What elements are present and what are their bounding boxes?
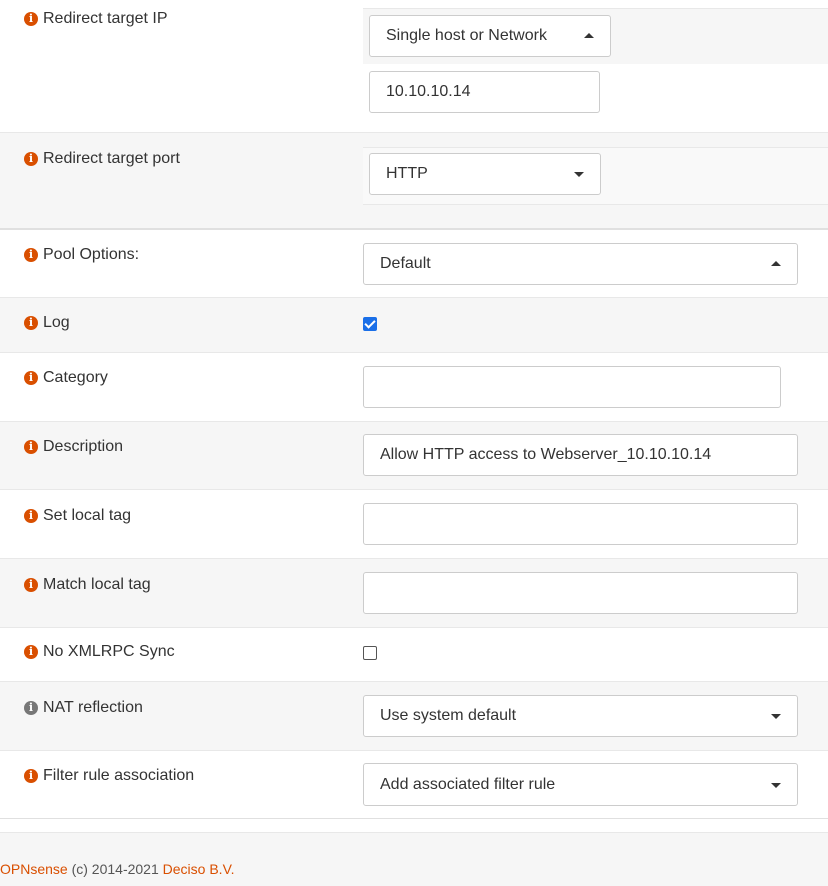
row-set-local-tag: i Set local tag: [0, 489, 828, 559]
filter-rule-association-select[interactable]: Add associated filter rule: [363, 763, 798, 806]
pool-options-select[interactable]: Default: [363, 243, 798, 285]
caret-down-icon: [771, 714, 781, 719]
row-no-xmlrpc-sync: i No XMLRPC Sync: [0, 627, 828, 682]
label-nat-reflection: NAT reflection: [43, 699, 143, 716]
field-label: i NAT reflection: [24, 698, 143, 718]
caret-up-icon: [771, 261, 781, 266]
field-label: i Log: [24, 313, 70, 333]
label-filter-rule-association: Filter rule association: [43, 767, 195, 784]
category-input[interactable]: [363, 366, 781, 408]
no-xmlrpc-sync-checkbox[interactable]: [363, 646, 377, 660]
info-icon[interactable]: i: [24, 645, 38, 659]
info-icon[interactable]: i: [24, 316, 38, 330]
footer-brand-link[interactable]: OPNsense: [0, 861, 68, 877]
footer-copyright: (c) 2014-2021: [71, 861, 159, 877]
redirect-ip-type-value: Single host or Network: [386, 27, 547, 44]
label-category: Category: [43, 369, 108, 386]
field-label: i Redirect target port: [24, 149, 180, 169]
row-redirect-target-ip: i Redirect target IP Single host or Netw…: [0, 0, 828, 132]
nat-reflection-value: Use system default: [380, 707, 517, 724]
field-label: i Set local tag: [24, 506, 131, 526]
info-icon[interactable]: i: [24, 509, 38, 523]
row-nat-reflection: i NAT reflection Use system default: [0, 681, 828, 751]
footer-company-link[interactable]: Deciso B.V.: [163, 861, 235, 877]
caret-up-icon: [584, 33, 594, 38]
field-label: i Description: [24, 437, 123, 457]
info-icon[interactable]: i: [24, 152, 38, 166]
field-label: i Category: [24, 368, 108, 388]
field-label: i No XMLRPC Sync: [24, 642, 175, 662]
caret-down-icon: [574, 172, 584, 177]
info-icon[interactable]: i: [24, 12, 38, 26]
label-description: Description: [43, 438, 124, 455]
row-description: i Description Allow HTTP access to Webse…: [0, 421, 828, 490]
redirect-ip-address-input[interactable]: 10.10.10.14: [369, 71, 600, 113]
table-bottom-divider: [0, 818, 828, 833]
info-icon[interactable]: i: [24, 578, 38, 592]
row-log: i Log: [0, 297, 828, 353]
label-no-xmlrpc-sync: No XMLRPC Sync: [43, 643, 175, 660]
label-match-local-tag: Match local tag: [43, 576, 151, 593]
row-match-local-tag: i Match local tag: [0, 558, 828, 628]
info-icon[interactable]: i: [24, 440, 38, 454]
redirect-port-value: HTTP: [386, 165, 428, 182]
info-icon[interactable]: i: [24, 248, 38, 262]
footer-text: OPNsense (c) 2014-2021 Deciso B.V.: [0, 861, 235, 877]
set-local-tag-input[interactable]: [363, 503, 798, 545]
filter-rule-association-value: Add associated filter rule: [380, 775, 556, 793]
label-set-local-tag: Set local tag: [43, 507, 132, 524]
redirect-ip-type-select[interactable]: Single host or Network: [369, 15, 611, 57]
description-value: Allow HTTP access to Webserver_10.10.10.…: [380, 446, 712, 463]
redirect-ip-address-value: 10.10.10.14: [386, 83, 471, 100]
row-category: i Category: [0, 352, 828, 422]
info-icon[interactable]: i: [24, 769, 38, 783]
field-label: i Redirect target IP: [24, 9, 168, 29]
label-redirect-target-ip: Redirect target IP: [43, 10, 168, 27]
field-label: i Pool Options:: [24, 245, 139, 265]
page-footer: OPNsense (c) 2014-2021 Deciso B.V.: [0, 832, 828, 886]
row-redirect-target-port: i Redirect target port HTTP: [0, 132, 828, 229]
match-local-tag-input[interactable]: [363, 572, 798, 614]
row-pool-options: i Pool Options: Default: [0, 228, 828, 299]
label-log: Log: [43, 314, 70, 331]
label-redirect-target-port: Redirect target port: [43, 150, 180, 167]
nat-reflection-select[interactable]: Use system default: [363, 695, 798, 737]
description-input[interactable]: Allow HTTP access to Webserver_10.10.10.…: [363, 434, 798, 476]
pool-options-value: Default: [380, 255, 431, 272]
label-pool-options: Pool Options:: [43, 246, 140, 263]
log-checkbox[interactable]: [363, 317, 377, 331]
row-filter-rule-association: i Filter rule association Add associated…: [0, 750, 828, 819]
caret-down-icon: [771, 782, 781, 788]
redirect-port-select[interactable]: HTTP: [369, 153, 601, 195]
field-label: i Filter rule association: [24, 766, 194, 786]
info-icon[interactable]: i: [24, 701, 38, 715]
field-label: i Match local tag: [24, 575, 151, 595]
info-icon[interactable]: i: [24, 371, 38, 385]
